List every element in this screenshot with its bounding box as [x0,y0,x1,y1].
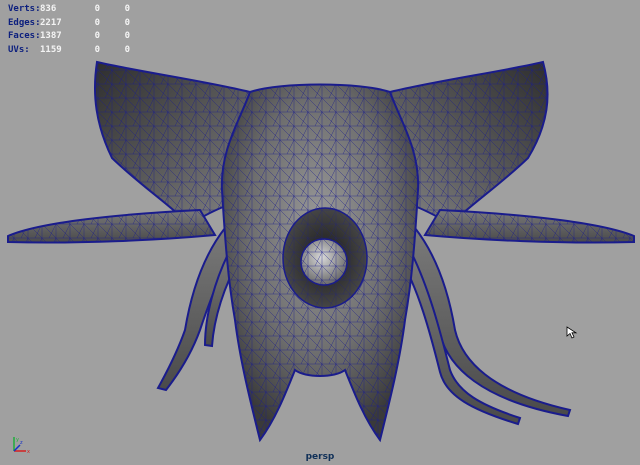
eye-ball [300,238,348,286]
perspective-viewport[interactable]: Verts: 836 0 0 Edges: 2217 0 0 Faces: 13… [0,0,640,465]
camera-name-label: persp [305,452,335,462]
pointer-arrow-icon [566,326,578,339]
axis-z-label: z [20,440,23,446]
arm-left [7,208,217,244]
creature-mesh[interactable] [0,0,640,465]
arm-right [423,208,635,244]
axis-y-label: y [16,437,19,443]
legs-right [398,226,572,426]
